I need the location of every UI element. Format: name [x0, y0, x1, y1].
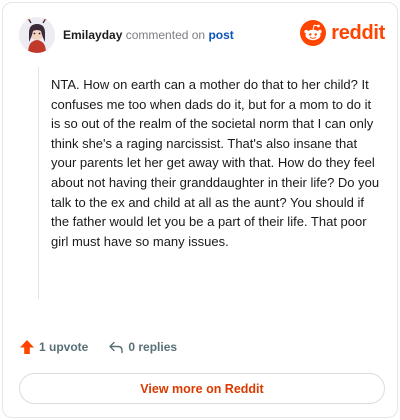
reddit-logo-icon [300, 20, 327, 46]
replies-count: 0 replies [128, 340, 178, 354]
comment-actions: 1 upvote 0 replies [19, 339, 177, 355]
comment-header: Emilayday commented on post reddit [17, 17, 385, 55]
thread-line [38, 67, 39, 299]
view-more-button[interactable]: View more on Reddit [19, 373, 385, 404]
upvote-button[interactable]: 1 upvote [19, 339, 88, 355]
reddit-wordmark: reddit [331, 21, 385, 44]
avatar-icon[interactable] [19, 17, 55, 53]
comment-meta: Emilayday commented on post [63, 28, 234, 42]
username[interactable]: Emilayday [63, 28, 122, 42]
upvote-count: 1 upvote [39, 340, 89, 354]
post-link[interactable]: post [208, 28, 233, 42]
comment-body: NTA. How on earth can a mother do that t… [51, 77, 380, 249]
reply-arrow-icon [109, 341, 124, 354]
comment-embed-card: Emilayday commented on post reddit NTA. … [2, 2, 398, 418]
reddit-brand[interactable]: reddit [300, 20, 385, 46]
replies-button[interactable]: 0 replies [108, 339, 177, 355]
commented-on-text: commented on [125, 28, 206, 42]
upvote-arrow-icon [20, 340, 34, 354]
